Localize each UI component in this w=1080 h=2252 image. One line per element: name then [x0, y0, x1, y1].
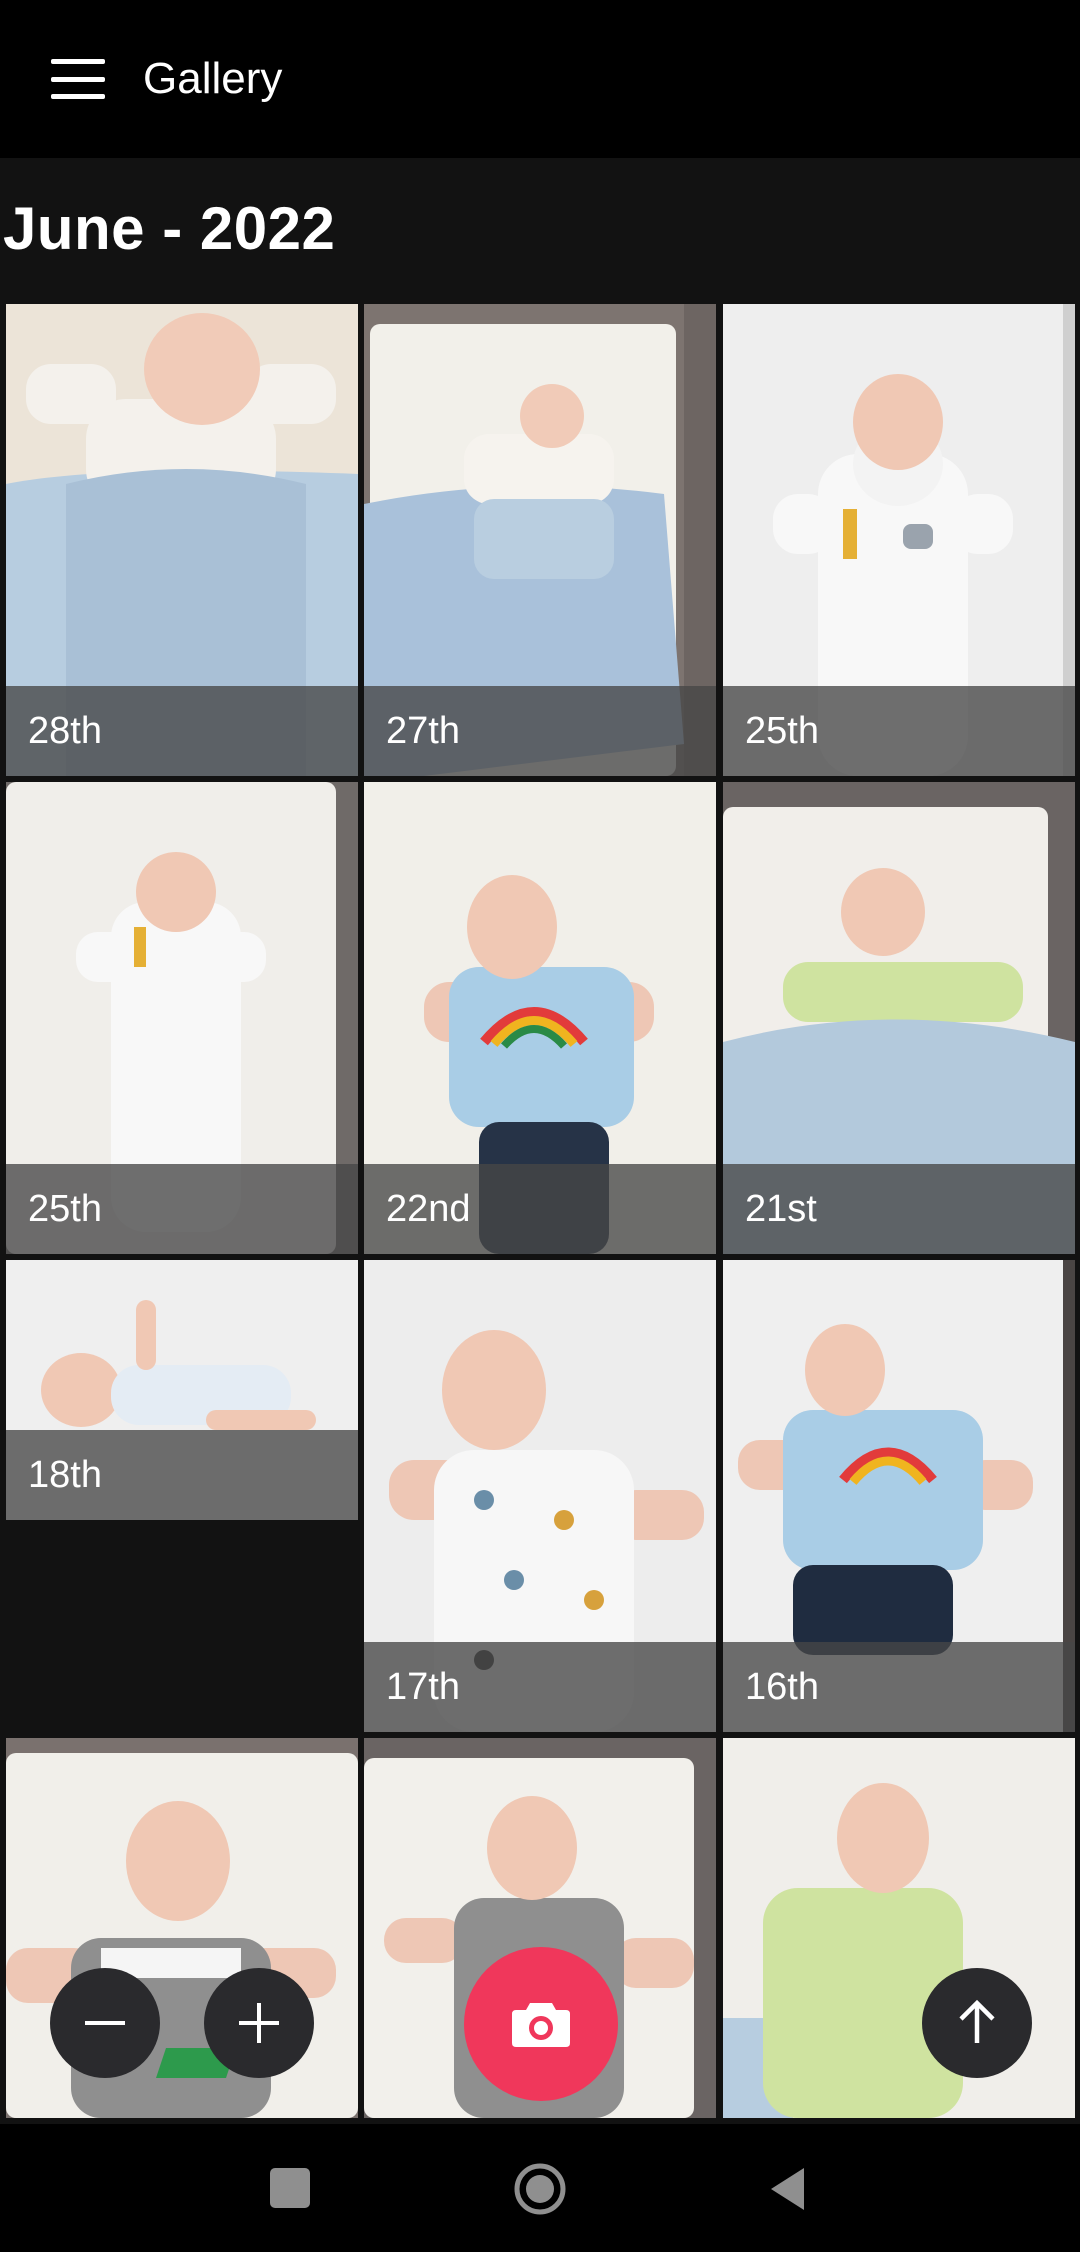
baby-photo	[723, 1738, 1075, 2118]
home-circle-icon[interactable]	[513, 2162, 567, 2216]
photo-date-caption: 27th	[364, 686, 716, 776]
photo-tile[interactable]	[6, 1738, 358, 2118]
photo-tile[interactable]: 17th	[364, 1260, 716, 1732]
photo-tile[interactable]: 28th	[6, 304, 358, 776]
recents-square-icon[interactable]	[270, 2168, 310, 2208]
photo-date-caption: 22nd	[364, 1164, 716, 1254]
back-triangle-icon[interactable]	[768, 2166, 808, 2212]
photo-tile[interactable]: 21st	[723, 782, 1075, 1254]
zoom-in-button[interactable]	[204, 1968, 314, 2078]
zoom-out-button[interactable]	[50, 1968, 160, 2078]
section-month-title: June - 2022	[3, 195, 336, 262]
photo-tile[interactable]: 16th	[723, 1260, 1075, 1732]
baby-photo	[6, 1738, 358, 2118]
photo-tile[interactable]	[723, 1738, 1075, 2118]
photo-tile[interactable]: 22nd	[364, 782, 716, 1254]
app-bar: Gallery	[0, 0, 1080, 158]
camera-button[interactable]	[464, 1947, 618, 2101]
hamburger-menu-icon[interactable]	[51, 59, 105, 99]
photo-tile[interactable]: 27th	[364, 304, 716, 776]
arrow-up-icon	[959, 1999, 995, 2043]
camera-icon	[512, 2003, 570, 2047]
photo-tile[interactable]: 18th	[6, 1260, 358, 1520]
photo-date-caption: 16th	[723, 1642, 1075, 1732]
plus-icon	[239, 2003, 279, 2043]
minus-icon	[85, 2021, 125, 2025]
app-title: Gallery	[143, 54, 283, 103]
photo-date-caption: 25th	[723, 686, 1075, 776]
photo-date-caption: 18th	[6, 1430, 358, 1520]
scroll-to-top-button[interactable]	[922, 1968, 1032, 2078]
photo-date-caption: 28th	[6, 686, 358, 776]
photo-tile[interactable]: 25th	[6, 782, 358, 1254]
system-nav-bar	[0, 2124, 1080, 2252]
photo-tile[interactable]: 25th	[723, 304, 1075, 776]
photo-date-caption: 17th	[364, 1642, 716, 1732]
photo-date-caption: 25th	[6, 1164, 358, 1254]
photo-date-caption: 21st	[723, 1164, 1075, 1254]
